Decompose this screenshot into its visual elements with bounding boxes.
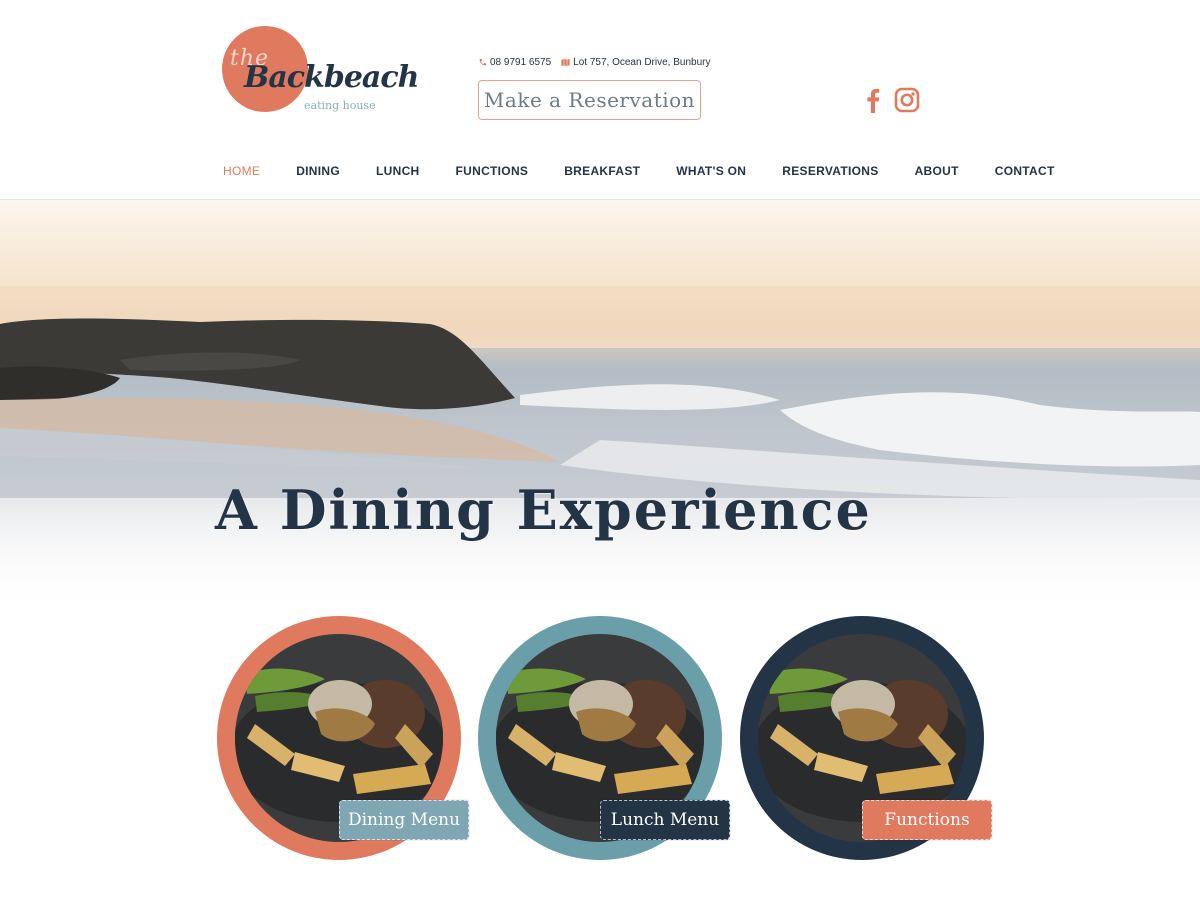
make-reservation-button[interactable]: Make a Reservation xyxy=(478,80,701,120)
logo-subtitle: eating house xyxy=(304,99,376,112)
contact-info: 08 9791 6575 Lot 757, Ocean Drive, Bunbu… xyxy=(478,57,710,68)
facebook-icon[interactable] xyxy=(860,86,886,114)
functions-card[interactable]: Functions xyxy=(740,616,993,866)
dining-menu-button[interactable]: Dining Menu xyxy=(338,799,470,841)
address-item[interactable]: Lot 757, Ocean Drive, Bunbury xyxy=(561,57,710,68)
main-nav: HOME DINING LUNCH FUNCTIONS BREAKFAST WH… xyxy=(223,164,1091,178)
logo[interactable]: the Backbeach eating house xyxy=(220,26,419,118)
logo-name-text: Backbeach xyxy=(244,60,419,95)
phone-item[interactable]: 08 9791 6575 xyxy=(478,57,551,68)
hero-title: A Dining Experience xyxy=(215,478,872,542)
nav-home[interactable]: HOME xyxy=(223,164,260,178)
nav-contact[interactable]: CONTACT xyxy=(995,164,1055,178)
nav-whats-on[interactable]: WHAT'S ON xyxy=(676,164,746,178)
nav-lunch[interactable]: LUNCH xyxy=(376,164,420,178)
hero-banner: A Dining Experience xyxy=(0,200,1200,620)
nav-breakfast[interactable]: BREAKFAST xyxy=(564,164,640,178)
lunch-menu-button[interactable]: Lunch Menu xyxy=(599,799,731,841)
nav-about[interactable]: ABOUT xyxy=(915,164,959,178)
functions-button[interactable]: Functions xyxy=(861,799,993,841)
instagram-icon[interactable] xyxy=(894,86,920,114)
nav-functions[interactable]: FUNCTIONS xyxy=(456,164,529,178)
phone-icon xyxy=(479,58,487,66)
address-text: Lot 757, Ocean Drive, Bunbury xyxy=(573,57,711,68)
dining-menu-card[interactable]: Dining Menu xyxy=(217,616,470,866)
social-links xyxy=(860,86,920,114)
menu-cards: Dining Menu Lunch Menu Functions xyxy=(0,616,1200,900)
phone-number: 08 9791 6575 xyxy=(490,57,552,68)
nav-dining[interactable]: DINING xyxy=(296,164,340,178)
lunch-menu-card[interactable]: Lunch Menu xyxy=(478,616,731,866)
nav-reservations[interactable]: RESERVATIONS xyxy=(782,164,878,178)
site-header: the Backbeach eating house 08 9791 6575 … xyxy=(0,0,1200,200)
map-icon xyxy=(561,58,570,67)
